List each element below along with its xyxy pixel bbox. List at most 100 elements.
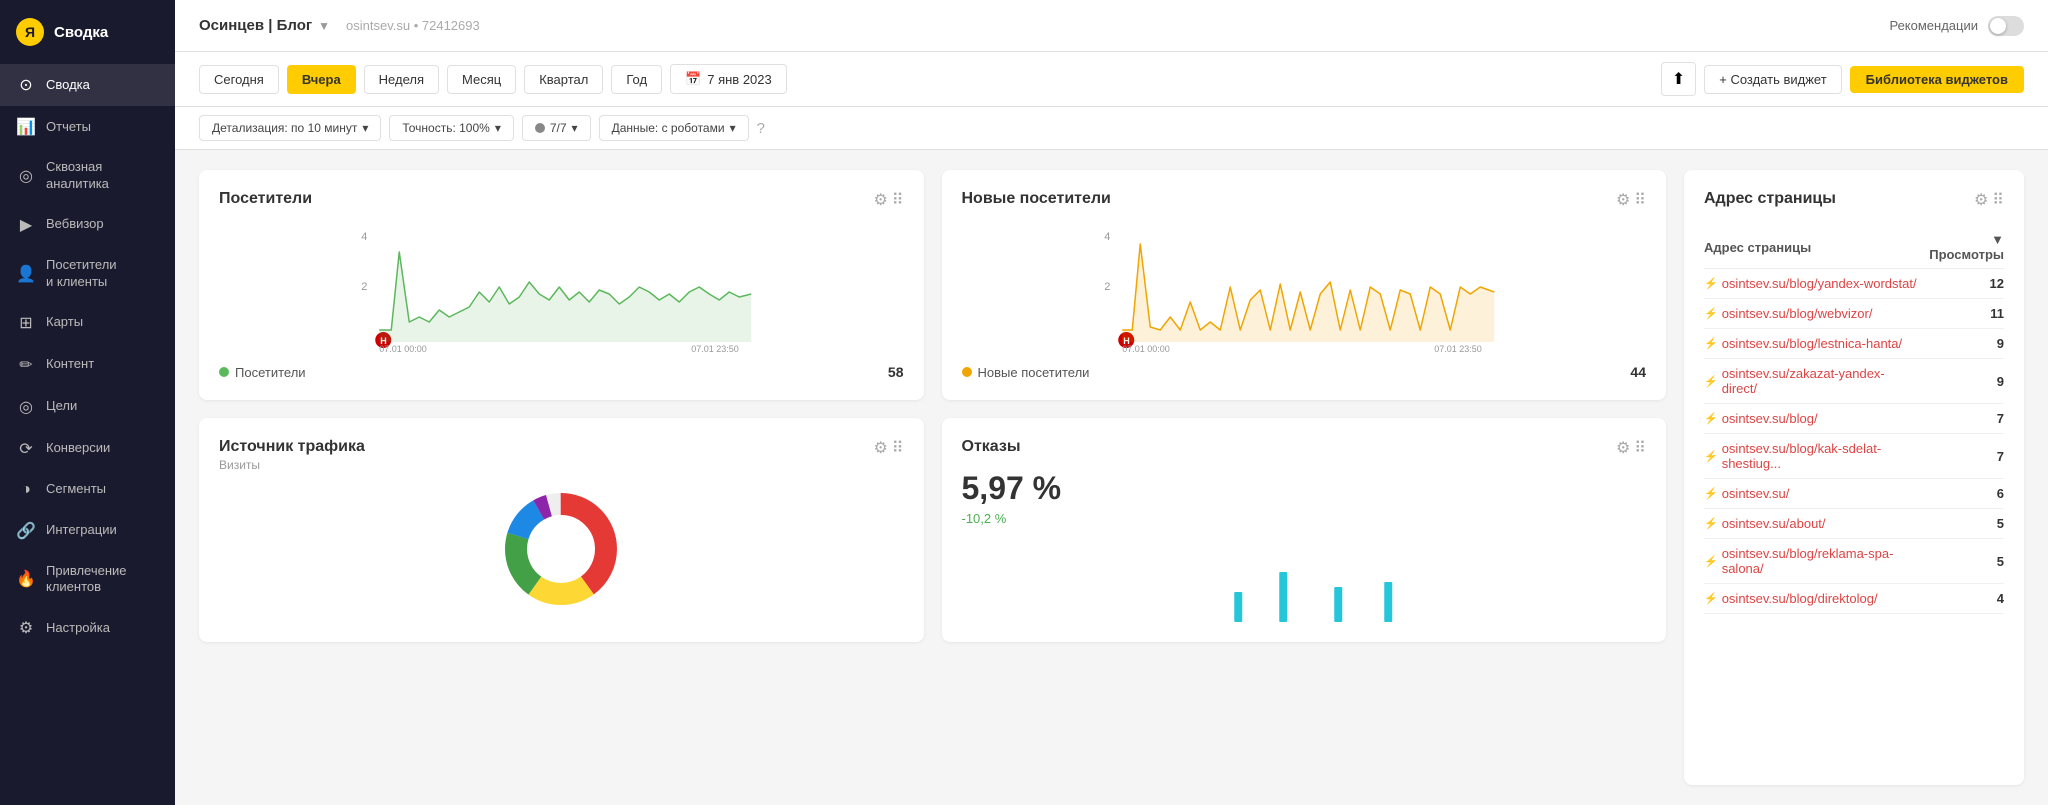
svg-text:07.01 23:50: 07.01 23:50 [1434,344,1482,352]
address-link[interactable]: ⚡ osintsev.su/blog/kak-sdelat-shestiug..… [1704,441,1918,471]
week-button[interactable]: Неделя [364,65,439,94]
sidebar-item-integracii[interactable]: 🔗 Интеграции [0,510,175,552]
settings-gear-icon[interactable]: ⚙ [1616,190,1630,210]
address-url: osintsev.su/blog/webvizor/ [1722,306,1873,321]
visitors-chart: 4 2 Н 07.01 00:00 07.01 23:50 [219,222,904,352]
date-range-button[interactable]: 📅 7 янв 2023 [670,64,787,94]
sidebar-item-skvoznaya[interactable]: ◎ Сквознаяаналитика [0,148,175,204]
play-icon: ▶ [16,215,36,235]
sidebar-item-nastroyka-label: Настройка [46,620,110,637]
sidebar-item-karty[interactable]: ⊞ Карты [0,302,175,344]
new-visitors-legend-item: Новые посетители [962,365,1090,380]
grid-dots-icon[interactable]: ⠿ [1634,438,1646,458]
address-card: Адрес страницы ⚙ ⠿ Адрес страницы ▼ [1684,170,2024,785]
views-value: 4 [1918,584,2004,614]
export-button[interactable]: ⬆ [1661,62,1696,96]
address-col-header[interactable]: Адрес страницы [1704,226,1918,269]
sidebar-item-tseli[interactable]: ◎ Цели [0,386,175,428]
lightning-icon: ⚡ [1704,592,1718,605]
settings-gear-icon[interactable]: ⚙ [1616,438,1630,458]
table-row: ⚡ osintsev.su/about/ 5 [1704,509,2004,539]
sidebar-item-posetiteli[interactable]: 👤 Посетителии клиенты [0,246,175,302]
address-link[interactable]: ⚡ osintsev.su/blog/direktolog/ [1704,591,1918,606]
sidebar-item-nastroyka[interactable]: ⚙ Настройка [0,607,175,649]
bounce-card-controls: ⚙ ⠿ [1616,438,1646,458]
data-filter[interactable]: Данные: с роботами ▾ [599,115,749,141]
sidebar-item-svodka[interactable]: ⊙ Сводка [0,64,175,106]
address-link[interactable]: ⚡ osintsev.su/blog/reklama-spa-salona/ [1704,546,1918,576]
sidebar-item-segmenty[interactable]: ◑ Сегменты [0,470,175,510]
sidebar-item-kontent[interactable]: ✏ Контент [0,344,175,386]
sidebar-item-otchety[interactable]: 📊 Отчеты [0,106,175,148]
accuracy-filter[interactable]: Точность: 100% ▾ [389,115,514,141]
site-title[interactable]: Осинцев | Блог ▼ [199,17,330,34]
address-table: Адрес страницы ▼ Просмотры ⚡ osintsev.su… [1704,226,2004,614]
grid-dots-icon[interactable]: ⠿ [1992,190,2004,210]
detail-filter[interactable]: Детализация: по 10 минут ▾ [199,115,381,141]
sessions-filter[interactable]: 7/7 ▾ [522,115,591,141]
address-card-header: Адрес страницы ⚙ ⠿ [1704,190,2004,210]
recommendations-toggle[interactable] [1988,16,2024,36]
library-button[interactable]: Библиотека виджетов [1850,66,2024,93]
detail-filter-label: Детализация: по 10 минут [212,121,357,135]
chevron-down-icon: ▼ [318,19,330,33]
today-button[interactable]: Сегодня [199,65,279,94]
date-range-label: 7 янв 2023 [707,72,772,87]
address-card-controls: ⚙ ⠿ [1974,190,2004,210]
new-visitors-chart: 4 2 Н 07.01 00:00 07.01 23:50 [962,222,1647,352]
yesterday-button[interactable]: Вчера [287,65,356,94]
svg-text:2: 2 [361,281,367,293]
visitors-legend-value: 58 [888,364,904,380]
address-link[interactable]: ⚡ osintsev.su/blog/ [1704,411,1918,426]
grid-dots-icon[interactable]: ⠿ [1634,190,1646,210]
create-widget-button[interactable]: + Создать виджет [1704,65,1841,94]
settings-gear-icon[interactable]: ⚙ [873,438,887,458]
address-url: osintsev.su/ [1722,486,1790,501]
svg-text:2: 2 [1104,281,1110,293]
segment-icon: ◑ [16,481,36,499]
address-link[interactable]: ⚡ osintsev.su/blog/yandex-wordstat/ [1704,276,1918,291]
visitors-card-legend: Посетители 58 [219,364,904,380]
visitors-card-controls: ⚙ ⠿ [873,190,903,210]
new-visitors-legend-label: Новые посетители [978,365,1090,380]
lightning-icon: ⚡ [1704,450,1718,463]
month-button[interactable]: Месяц [447,65,516,94]
address-link[interactable]: ⚡ osintsev.su/about/ [1704,516,1918,531]
address-link[interactable]: ⚡ osintsev.su/blog/webvizor/ [1704,306,1918,321]
accuracy-filter-label: Точность: 100% [402,121,489,135]
quarter-button[interactable]: Квартал [524,65,603,94]
sidebar-item-vebvizor[interactable]: ▶ Вебвизор [0,204,175,246]
visitors-legend-item: Посетители [219,365,306,380]
year-button[interactable]: Год [611,65,662,94]
address-link[interactable]: ⚡ osintsev.su/blog/lestnica-hanta/ [1704,336,1918,351]
views-col-header[interactable]: ▼ Просмотры [1918,226,2004,269]
address-url: osintsev.su/blog/reklama-spa-salona/ [1722,546,1919,576]
new-visitors-card-controls: ⚙ ⠿ [1616,190,1646,210]
settings-icon: ⚙ [16,618,36,638]
sidebar-item-otchety-label: Отчеты [46,119,91,136]
grid-dots-icon[interactable]: ⠿ [892,190,904,210]
sort-down-icon: ▼ [1991,232,2004,247]
settings-gear-icon[interactable]: ⚙ [1974,190,1988,210]
visitors-card-header: Посетители ⚙ ⠿ [219,190,904,210]
visitors-card-title: Посетители [219,190,312,208]
site-subtitle: osintsev.su • 72412693 [346,18,480,33]
sidebar-item-svodka-label: Сводка [46,77,90,94]
table-row: ⚡ osintsev.su/blog/yandex-wordstat/ 12 [1704,269,2004,299]
sidebar-item-karty-label: Карты [46,314,83,331]
address-link[interactable]: ⚡ osintsev.su/ [1704,486,1918,501]
visitors-card: Посетители ⚙ ⠿ 4 2 Н [199,170,924,400]
sidebar-item-privlechenie[interactable]: 🔥 Привлечениеклиентов [0,552,175,608]
new-visitors-legend-dot [962,367,972,377]
grid-dots-icon[interactable]: ⠿ [892,438,904,458]
settings-gear-icon[interactable]: ⚙ [873,190,887,210]
address-url: osintsev.su/blog/ [1722,411,1818,426]
address-link[interactable]: ⚡ osintsev.su/zakazat-yandex-direct/ [1704,366,1918,396]
bottom-cards-row: Источник трафика Визиты ⚙ ⠿ [199,418,1666,642]
toolbar: Сегодня Вчера Неделя Месяц Квартал Год 📅… [175,52,2048,107]
header-right: Рекомендации [1889,16,2024,36]
visitors-legend-label: Посетители [235,365,306,380]
sessions-filter-label: 7/7 [550,121,567,135]
sidebar-logo: Я Сводка [0,0,175,64]
sidebar-item-konversii[interactable]: ⟳ Конверсии [0,428,175,470]
